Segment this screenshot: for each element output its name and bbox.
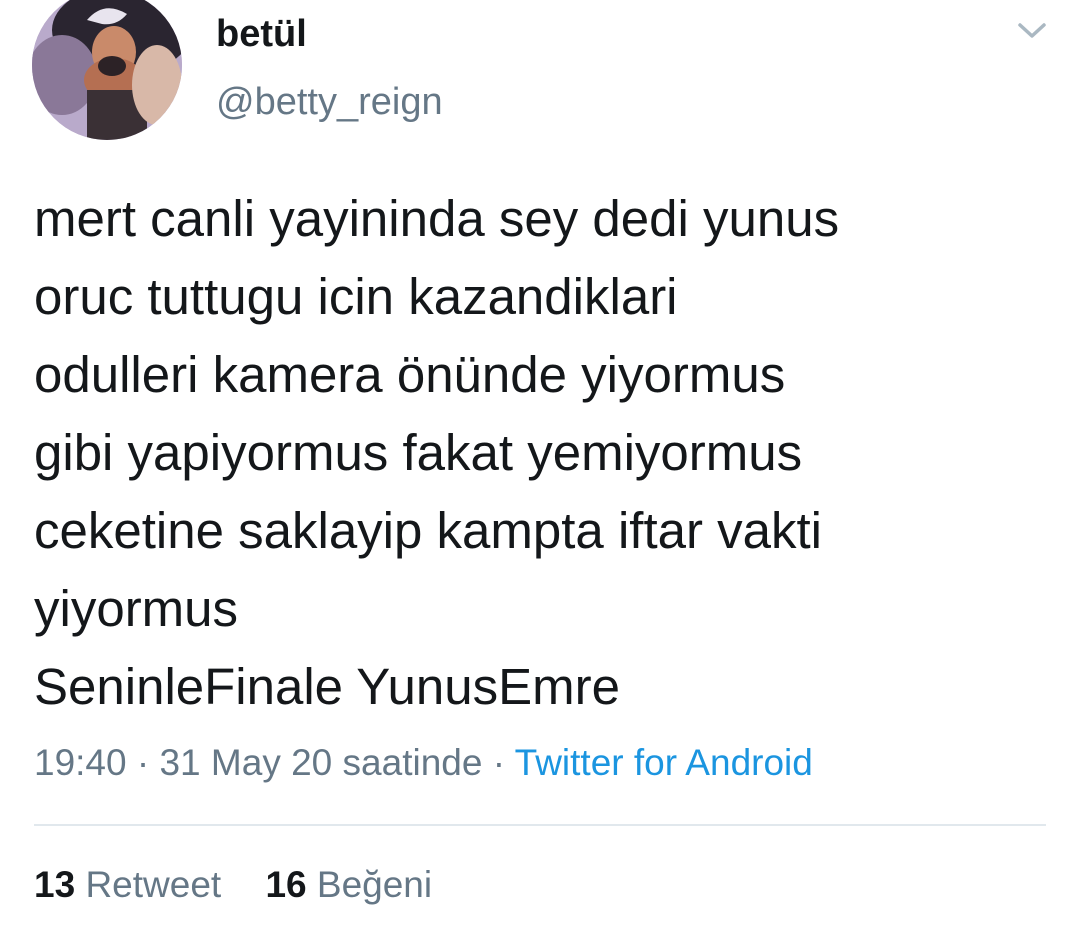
tweet-time[interactable]: 19:40: [34, 742, 127, 783]
author-handle[interactable]: @betty_reign: [216, 80, 443, 124]
tweet-meta: 19:40 · 31 May 20 saatinde · Twitter for…: [34, 740, 813, 786]
like-stat[interactable]: 16 Beğeni: [265, 862, 432, 908]
retweet-label: Retweet: [85, 864, 222, 905]
like-count: 16: [265, 864, 307, 905]
retweet-stat[interactable]: 13 Retweet: [34, 862, 221, 908]
meta-separator: ·: [492, 742, 506, 783]
meta-separator: ·: [136, 742, 150, 783]
tweet-text: mert canli yayininda sey dedi yunus oruc…: [34, 180, 1054, 726]
tweet-text-line: mert canli yayininda sey dedi yunus: [34, 190, 840, 247]
tweet-text-line: SeninleFinale YunusEmre: [34, 658, 620, 715]
tweet-text-line: gibi yapiyormus fakat yemiyormus: [34, 424, 803, 481]
tweet-stats: 13 Retweet 16 Beğeni: [34, 862, 432, 908]
tweet-text-line: odulleri kamera önünde yiyormus: [34, 346, 786, 403]
author-display-name[interactable]: betül: [216, 12, 307, 56]
chevron-down-icon[interactable]: [1014, 16, 1050, 44]
retweet-count: 13: [34, 864, 76, 905]
avatar-image: [32, 0, 182, 140]
tweet-date[interactable]: 31 May 20 saatinde: [159, 742, 482, 783]
tweet-text-line: ceketine saklayip kampta iftar vakti: [34, 502, 823, 559]
divider: [34, 824, 1046, 826]
tweet-text-line: yiyormus: [34, 580, 239, 637]
tweet: betül @betty_reign mert canli yayininda …: [0, 0, 1080, 930]
like-label: Beğeni: [316, 864, 433, 905]
avatar[interactable]: [32, 0, 182, 140]
tweet-text-line: oruc tuttugu icin kazandiklari: [34, 268, 678, 325]
tweet-source-link[interactable]: Twitter for Android: [515, 742, 813, 783]
